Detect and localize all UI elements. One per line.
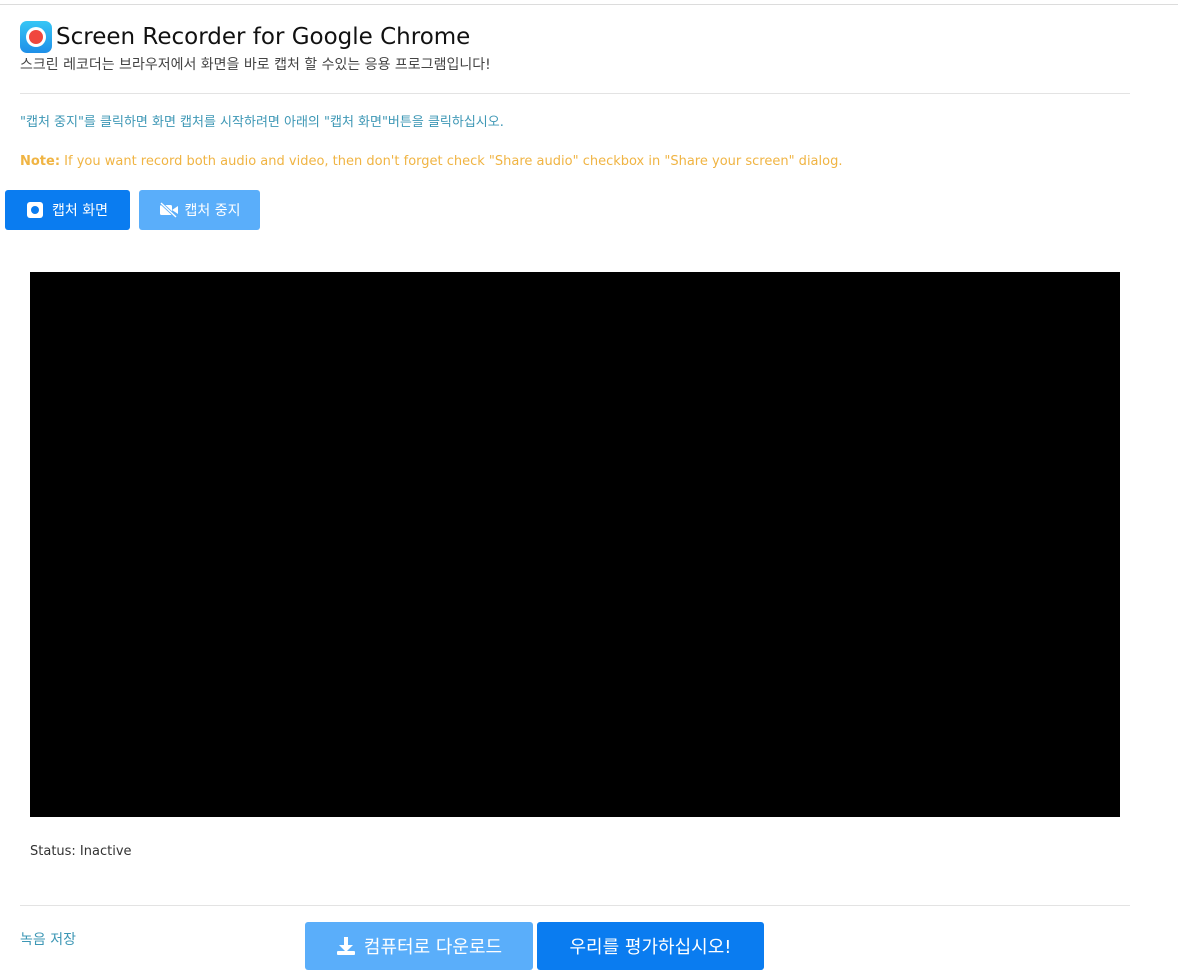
video-off-icon: [159, 202, 178, 218]
instruction-text: "캡처 중지"를 클릭하면 화면 캡처를 시작하려면 아래의 "캡처 화면"버튼…: [20, 115, 504, 130]
header-divider: [20, 93, 1130, 94]
status-text: Status: Inactive: [30, 844, 132, 859]
stop-capture-button[interactable]: 캡처 중지: [139, 190, 260, 230]
download-label: 컴퓨터로 다운로드: [363, 937, 503, 958]
app-title: Screen Recorder for Google Chrome: [56, 24, 471, 50]
note-text: Note: If you want record both audio and …: [20, 153, 842, 171]
capture-screen-label: 캡처 화면: [52, 203, 108, 219]
record-app-icon: [20, 21, 52, 53]
capture-screen-button[interactable]: 캡처 화면: [5, 190, 130, 230]
stop-capture-label: 캡처 중지: [184, 203, 241, 219]
note-label: Note:: [20, 154, 61, 169]
top-border: [0, 4, 1178, 5]
video-preview: [30, 272, 1120, 817]
download-icon: [336, 937, 355, 955]
rate-us-label: 우리를 평가하십시오!: [569, 937, 732, 958]
app-subtitle: 스크린 레코더는 브라우저에서 화면을 바로 캡처 할 수있는 응용 프로그램입…: [20, 57, 491, 73]
note-body: If you want record both audio and video,…: [60, 154, 843, 169]
download-button[interactable]: 컴퓨터로 다운로드: [305, 922, 533, 970]
save-recording-link[interactable]: 녹음 저장: [20, 931, 76, 949]
footer-divider: [20, 905, 1130, 906]
rate-us-button[interactable]: 우리를 평가하십시오!: [537, 922, 764, 970]
record-icon: [27, 202, 43, 218]
